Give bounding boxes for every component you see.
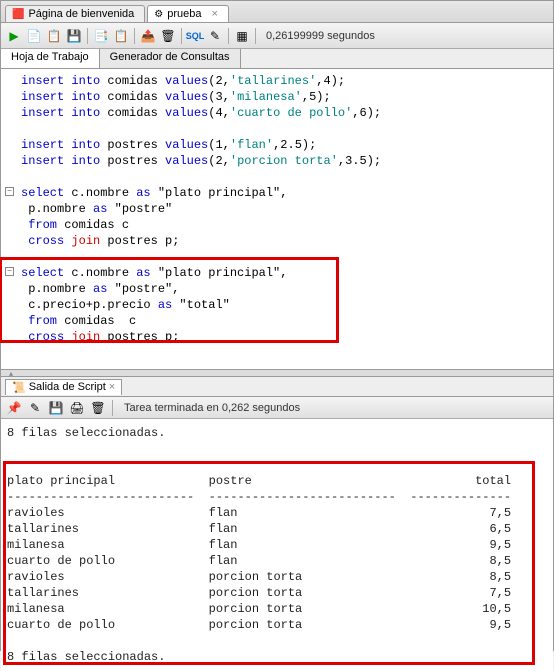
script-output-icon: 📜 [12,381,26,394]
close-icon[interactable]: × [212,8,218,20]
tab-script-output[interactable]: 📜 Salida de Script × [5,379,122,395]
file-tabs-bar: 🟥 Página de bienvenida ⚙ prueba × [1,1,553,23]
separator [134,28,135,44]
oracle-icon: 🟥 [12,9,24,20]
tab-label: prueba [167,8,201,20]
output-text: 8 filas seleccionadas. [7,425,547,441]
output-tabs-bar: 📜 Salida de Script × [1,377,553,397]
tab-query-builder[interactable]: Generador de Consultas [100,49,241,68]
save-button[interactable]: 💾 [47,399,65,417]
print-button[interactable]: 🖨 [68,399,86,417]
clear-button[interactable]: 🗑 [89,399,107,417]
separator [255,28,256,44]
unshared-button[interactable]: 📤 [139,27,157,45]
result-highlight [3,461,535,665]
sql-history-button[interactable]: SQL [186,27,204,45]
separator [181,28,182,44]
separator [112,400,113,416]
rollback-button[interactable]: 📋 [112,27,130,45]
close-icon[interactable]: × [109,381,115,393]
horizontal-splitter[interactable]: ▴ [1,369,553,377]
worksheet-sub-tabs: Hoja de Trabajo Generador de Consultas [1,49,553,69]
sql-editor[interactable]: insert into comidas values(2,'tallarines… [1,69,553,369]
separator [228,28,229,44]
fold-icon[interactable]: − [5,187,14,196]
tab-label: Salida de Script [29,381,106,393]
commit-button[interactable]: 📑 [92,27,110,45]
selection-highlight [0,257,339,343]
grid-button[interactable]: ▦ [233,27,251,45]
worksheet-toolbar: ▶ 📄 📋 💾 📑 📋 📤 🗑 SQL ✎ ▦ 0,26199999 segun… [1,23,553,49]
autotrace-button[interactable]: 💾 [65,27,83,45]
edit-button[interactable]: ✎ [26,399,44,417]
pin-button[interactable]: 📌 [5,399,23,417]
sql-worksheet-icon: ⚙ [154,9,163,20]
tab-worksheet[interactable]: Hoja de Trabajo [1,49,100,68]
elapsed-time-label: 0,26199999 segundos [266,30,375,42]
tab-label: Página de bienvenida [28,8,134,20]
edit-button[interactable]: ✎ [206,27,224,45]
clear-button[interactable]: 🗑 [159,27,177,45]
run-script-button[interactable]: 📄 [25,27,43,45]
run-button[interactable]: ▶ [5,27,23,45]
tab-welcome[interactable]: 🟥 Página de bienvenida [5,5,145,22]
script-output-area[interactable]: 8 filas seleccionadas. plato principal p… [1,419,553,671]
tab-prueba[interactable]: ⚙ prueba × [147,5,229,22]
explain-button[interactable]: 📋 [45,27,63,45]
separator [87,28,88,44]
status-label: Tarea terminada en 0,262 segundos [124,402,300,414]
output-toolbar: 📌 ✎ 💾 🖨 🗑 Tarea terminada en 0,262 segun… [1,397,553,419]
